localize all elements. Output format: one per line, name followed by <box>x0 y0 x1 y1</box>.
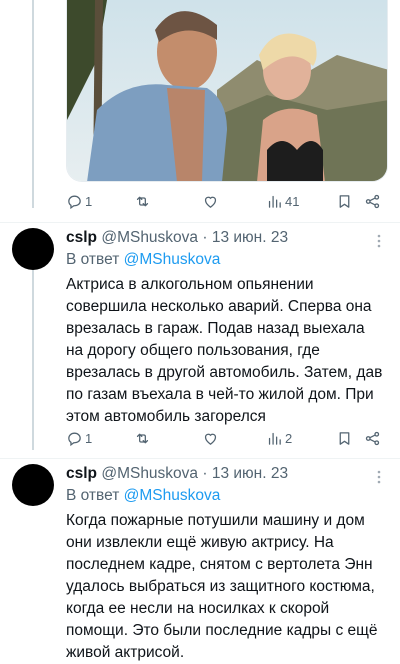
divider <box>0 458 400 459</box>
views-button[interactable]: 41 <box>266 191 299 211</box>
share-icon <box>365 431 380 445</box>
share-button[interactable] <box>364 428 381 448</box>
reply-context: В ответ @MShuskova <box>66 251 220 269</box>
heart-icon <box>204 196 217 208</box>
reply-icon <box>68 432 81 446</box>
views-icon <box>268 195 281 208</box>
more-icon[interactable] <box>372 231 386 251</box>
more-icon[interactable] <box>372 467 386 487</box>
bookmark-icon <box>339 431 350 445</box>
reply-prefix: В ответ <box>66 251 120 268</box>
avatar[interactable] <box>12 464 54 506</box>
retweet-icon <box>136 196 149 206</box>
author-handle[interactable]: @MShuskova <box>101 229 198 246</box>
retweet-button[interactable] <box>134 428 151 448</box>
divider <box>0 222 400 223</box>
tweet-actions: 1 2 <box>66 428 384 448</box>
views-count: 41 <box>285 193 300 209</box>
separator: · <box>202 229 208 246</box>
share-icon <box>365 194 380 208</box>
bookmark-button[interactable] <box>336 428 353 448</box>
bookmark-button[interactable] <box>336 191 353 211</box>
thread-line <box>32 270 34 450</box>
avatar[interactable] <box>12 228 54 270</box>
reply-mention[interactable]: @MShuskova <box>124 487 221 504</box>
thread-line <box>32 0 34 208</box>
views-count: 2 <box>285 430 293 446</box>
photo-image <box>67 0 387 181</box>
like-button[interactable] <box>202 428 219 448</box>
tweet-date[interactable]: 13 июн. 23 <box>212 465 288 482</box>
views-icon <box>268 432 281 445</box>
tweet-header: cslp @MShuskova · 13 июн. 23 <box>66 229 288 247</box>
reply-button[interactable]: 1 <box>66 191 92 211</box>
author-handle[interactable]: @MShuskova <box>101 465 198 482</box>
reply-button[interactable]: 1 <box>66 428 92 448</box>
share-button[interactable] <box>364 191 381 211</box>
like-button[interactable] <box>202 191 219 211</box>
author-name[interactable]: cslp <box>66 229 97 246</box>
tweet-text: Когда пожарные потушили машину и дом они… <box>66 512 378 661</box>
reply-count: 1 <box>85 430 93 446</box>
reply-icon <box>68 195 81 209</box>
author-name[interactable]: cslp <box>66 465 97 482</box>
retweet-button[interactable] <box>134 191 151 211</box>
reply-mention[interactable]: @MShuskova <box>124 251 221 268</box>
heart-icon <box>204 433 217 445</box>
retweet-icon <box>136 433 149 443</box>
tweet-date[interactable]: 13 июн. 23 <box>212 229 288 246</box>
bookmark-icon <box>339 194 350 208</box>
tweet-text: Актриса в алкогольном опьянении совершил… <box>66 276 383 425</box>
separator: · <box>202 465 208 482</box>
reply-prefix: В ответ <box>66 487 120 504</box>
reply-count: 1 <box>85 193 93 209</box>
tweet-actions: 1 41 <box>66 191 384 211</box>
tweet-photo[interactable] <box>66 0 388 182</box>
reply-context: В ответ @MShuskova <box>66 487 220 505</box>
tweet-header: cslp @MShuskova · 13 июн. 23 <box>66 465 288 483</box>
views-button[interactable]: 2 <box>266 428 292 448</box>
